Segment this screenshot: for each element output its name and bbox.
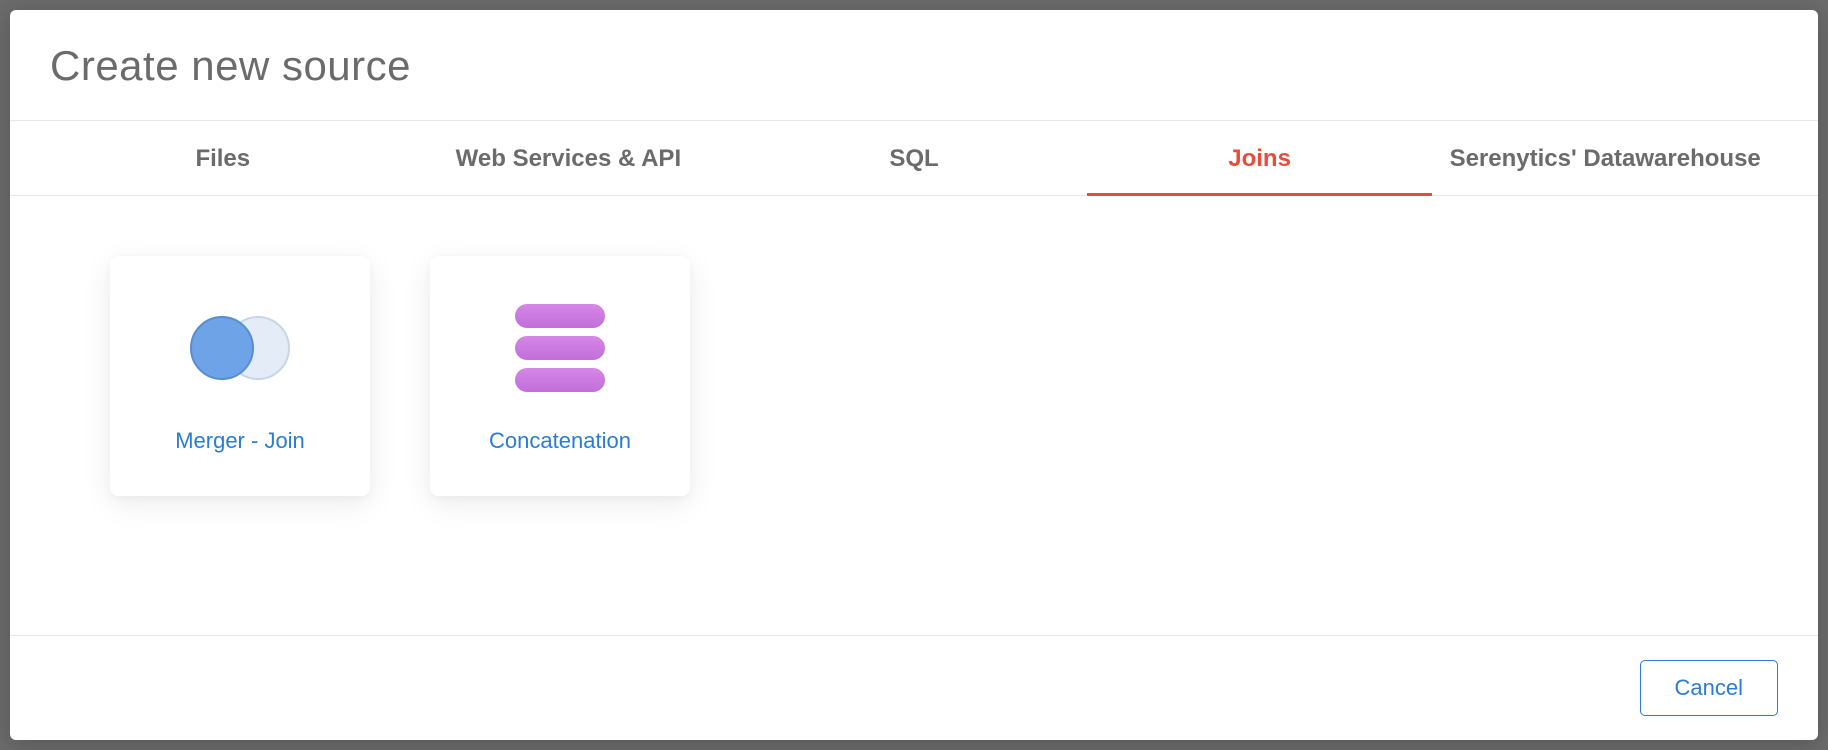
tab-label: Joins	[1228, 145, 1291, 172]
tab-web-services[interactable]: Web Services & API	[396, 121, 742, 195]
source-label: Merger - Join	[175, 428, 305, 454]
tab-joins[interactable]: Joins	[1087, 121, 1433, 195]
tab-label: Files	[195, 145, 250, 172]
source-card-concatenation[interactable]: Concatenation	[430, 256, 690, 496]
modal-title: Create new source	[50, 42, 1778, 90]
tab-files[interactable]: Files	[50, 121, 396, 195]
tab-sql[interactable]: SQL	[741, 121, 1087, 195]
cancel-button[interactable]: Cancel	[1640, 660, 1778, 716]
source-label: Concatenation	[489, 428, 631, 454]
source-card-merger-join[interactable]: Merger - Join	[110, 256, 370, 496]
modal-footer: Cancel	[10, 635, 1818, 740]
tab-label: Web Services & API	[456, 145, 681, 172]
tab-label: Serenytics' Datawarehouse	[1450, 145, 1761, 172]
modal-header: Create new source	[10, 10, 1818, 121]
tab-label: SQL	[889, 145, 938, 172]
tab-bar: Files Web Services & API SQL Joins Seren…	[10, 121, 1818, 196]
create-source-modal: Create new source Files Web Services & A…	[10, 10, 1818, 740]
modal-body: Merger - Join Concatenation	[10, 196, 1818, 635]
stacked-bars-icon	[510, 298, 610, 398]
tab-datawarehouse[interactable]: Serenytics' Datawarehouse	[1432, 121, 1778, 195]
venn-diagram-icon	[190, 298, 290, 398]
